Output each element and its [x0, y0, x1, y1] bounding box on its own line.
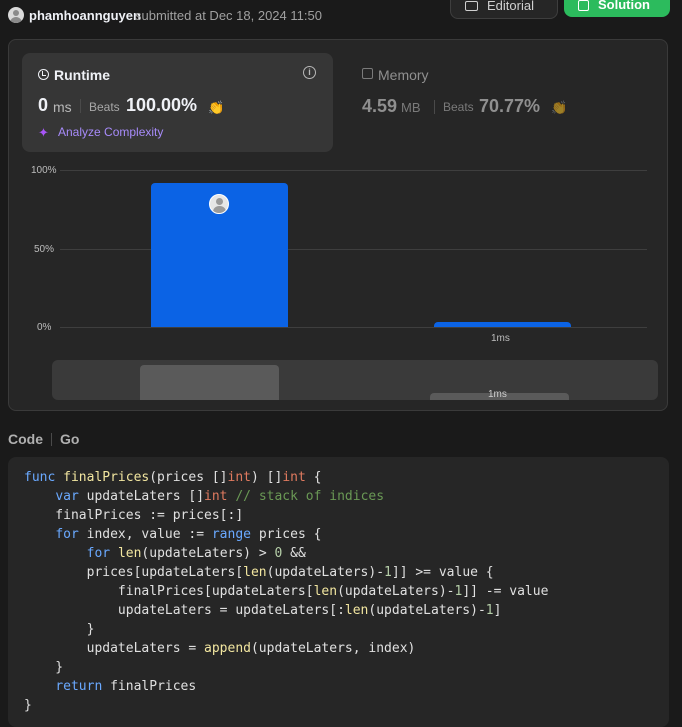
info-icon[interactable]: i — [303, 66, 316, 79]
runtime-unit: ms — [53, 99, 72, 115]
code-line: return finalPrices — [55, 679, 197, 694]
editorial-label: Editorial — [487, 0, 534, 13]
runtime-card[interactable]: Runtime i 0 ms Beats 100.00% 👏 ✦ Analyze… — [22, 53, 333, 152]
code-line: for index, value := range prices { — [55, 527, 322, 542]
code-line: } — [24, 660, 64, 675]
user-avatar[interactable] — [8, 7, 24, 23]
grid-line — [60, 249, 647, 250]
runtime-beats-label: Beats — [89, 100, 120, 114]
code-line: finalPrices[updateLaters[len(updateLater… — [24, 584, 549, 599]
code-line: finalPrices := prices[:] — [24, 508, 244, 523]
y-tick-label: 100% — [31, 165, 57, 176]
memory-value: 4.59 — [362, 96, 398, 116]
runtime-beats-value: 100.00% — [126, 95, 198, 115]
runtime-title: Runtime — [54, 67, 110, 83]
memory-unit: MB — [401, 100, 421, 115]
code-line: prices[updateLaters[len(updateLaters)-1]… — [24, 565, 494, 580]
editorial-button[interactable]: Editorial — [450, 0, 558, 19]
submitted-time: submitted at Dec 18, 2024 11:50 — [135, 8, 322, 23]
analyze-complexity-link[interactable]: Analyze Complexity — [58, 125, 163, 139]
edit-icon — [578, 0, 589, 11]
memory-title[interactable]: Memory — [378, 67, 429, 83]
code-line: updateLaters = append(updateLaters, inde… — [24, 641, 416, 656]
code-line: var updateLaters []int // stack of indic… — [55, 489, 385, 504]
divider — [434, 100, 435, 114]
grid-line — [60, 327, 647, 328]
memory-chip-icon — [362, 68, 373, 79]
sparkle-icon: ✦ — [38, 125, 49, 140]
divider — [51, 433, 52, 446]
divider — [80, 99, 81, 113]
stats-panel: Runtime i 0 ms Beats 100.00% 👏 ✦ Analyze… — [8, 39, 668, 411]
memory-beats-value: 70.77% — [479, 96, 541, 116]
code-line: } — [24, 622, 95, 637]
minimap-bar — [140, 365, 279, 400]
grid-line — [60, 170, 647, 171]
minimap-tick-label: 1ms — [488, 389, 507, 400]
code-line: for len(updateLaters) > 0 && — [86, 546, 306, 561]
clock-icon — [38, 69, 49, 80]
y-tick-label: 50% — [34, 244, 55, 255]
solution-button[interactable]: Solution — [564, 0, 670, 17]
solution-label: Solution — [598, 0, 650, 12]
y-tick-label: 0% — [37, 322, 52, 333]
chart-range-selector[interactable]: 1ms — [52, 360, 658, 400]
your-submission-avatar — [209, 194, 229, 214]
runtime-value: 0 — [38, 95, 49, 115]
username-link[interactable]: phamhoannguyen — [29, 8, 141, 23]
code-line: } — [24, 698, 32, 713]
language-label: Go — [60, 431, 80, 447]
code-label: Code — [8, 431, 43, 447]
clap-icon: 👏 — [208, 100, 225, 115]
clap-icon: 👏 — [551, 100, 568, 115]
chart-bar[interactable] — [434, 322, 571, 327]
x-tick-label: 1ms — [491, 333, 510, 344]
memory-beats-label: Beats — [443, 100, 474, 114]
code-line: updateLaters = updateLaters[:len(updateL… — [24, 603, 502, 618]
submission-header: phamhoannguyen submitted at Dec 18, 2024… — [0, 0, 682, 30]
code-block[interactable]: func finalPrices(prices []int) []int { v… — [8, 457, 669, 727]
book-icon — [465, 1, 478, 11]
code-line: func finalPrices(prices []int) []int { — [24, 470, 322, 485]
